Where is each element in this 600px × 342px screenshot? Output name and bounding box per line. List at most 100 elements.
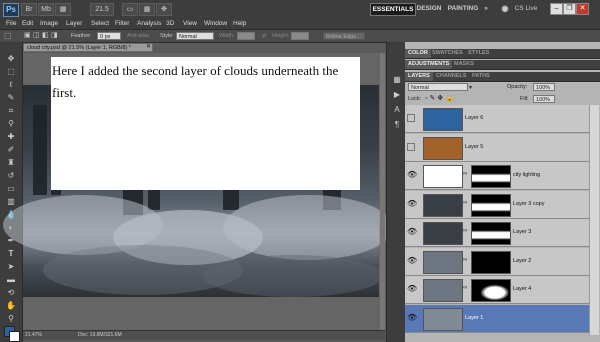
brush-tool-icon[interactable]: ✐ [5,145,17,155]
layer-thumbnail[interactable] [423,279,463,302]
close-document-icon[interactable]: ✕ [146,43,151,52]
tab-color[interactable]: COLOR [405,49,431,58]
screen-mode-button[interactable]: ▦ [139,3,155,16]
actions-panel-icon[interactable]: ▶ [391,90,403,100]
zoom-readout[interactable]: 21.47% [25,331,42,340]
eraser-tool-icon[interactable]: ▭ [5,184,17,194]
visibility-eye-icon[interactable]: 👁 [407,285,417,293]
link-icon[interactable]: ∞ [463,171,467,177]
menu-window[interactable]: Window [204,18,227,29]
cs-live-icon[interactable]: ◉ [498,3,512,14]
layer-name[interactable]: Layer 5 [465,134,483,161]
lock-icons[interactable]: ▫ ✎ ✥ 🔒 [425,94,454,104]
zoom-level-dropdown[interactable]: 21.5 [90,3,114,16]
tab-layers[interactable]: LAYERS [405,72,433,81]
lasso-tool-icon[interactable]: ℓ [5,80,17,90]
layer-name[interactable]: Layer 2 [513,248,531,275]
marquee-preset-icon[interactable]: ⬚ [4,31,12,41]
3d-rotate-tool-icon[interactable]: ⟲ [5,288,17,298]
quick-select-tool-icon[interactable]: ✎ [5,93,17,103]
layer-name[interactable]: Layer 6 [465,105,483,132]
layer-row[interactable]: 👁 ∞ city lighting [405,162,590,190]
shape-tool-icon[interactable]: ▬ [5,275,17,285]
crop-tool-icon[interactable]: ⌗ [5,106,17,116]
menu-select[interactable]: Select [91,18,109,29]
move-tool-icon[interactable]: ✥ [5,54,17,64]
menu-help[interactable]: Help [233,18,246,29]
layer-row[interactable]: 👁 Layer 1 [405,304,590,333]
character-panel-icon[interactable]: A [391,105,403,115]
paragraph-panel-icon[interactable]: ¶ [391,120,403,130]
layer-row[interactable]: 👁 ∞ Layer 3 copy [405,190,590,219]
tab-paths[interactable]: PATHS [469,72,493,81]
eyedropper-tool-icon[interactable]: ⚲ [5,119,17,129]
link-icon[interactable]: ∞ [463,200,467,206]
visibility-eye-icon[interactable] [407,142,415,151]
layer-mask-thumbnail[interactable] [471,193,511,217]
zoom-tool-icon[interactable]: ⚲ [5,314,17,324]
more-workspaces-button[interactable]: » [481,3,491,14]
blend-mode-select[interactable]: Normal [408,83,468,91]
move-icon[interactable]: ✥ [156,3,172,16]
menu-view[interactable]: View [183,18,197,29]
swap-icon[interactable]: ⇄ [262,31,267,41]
arrange-documents-button[interactable]: ▭ [122,3,138,16]
path-selection-tool-icon[interactable]: ➤ [5,262,17,272]
workspace-design[interactable]: DESIGN [416,3,442,14]
document-tab[interactable]: cloud city.psd @ 21.5% (Layer 1, RGB/8) … [23,43,153,52]
layer-thumbnail[interactable] [423,193,463,217]
extras-button[interactable]: ▦ [55,3,71,16]
new-selection-icon[interactable]: ▣ [24,31,31,41]
menu-3d[interactable]: 3D [166,18,174,29]
tab-styles[interactable]: STYLES [465,49,492,58]
tab-swatches[interactable]: SWATCHES [429,49,466,58]
link-icon[interactable]: ∞ [463,257,467,263]
layer-row[interactable]: Layer 5 [405,133,590,162]
visibility-eye-icon[interactable]: 👁 [407,171,417,179]
clone-stamp-tool-icon[interactable]: ♜ [5,158,17,168]
restore-button[interactable]: ❐ [563,3,576,15]
menu-file[interactable]: File [6,18,16,29]
workspace-painting[interactable]: PAINTING [447,3,479,14]
menu-edit[interactable]: Edit [22,18,33,29]
visibility-eye-icon[interactable]: 👁 [407,199,417,208]
layer-name[interactable]: Layer 3 [513,219,531,246]
style-select[interactable]: Normal [176,32,214,40]
bridge-button[interactable]: Br [21,3,37,16]
tab-adjustments[interactable]: ADJUSTMENTS [405,60,453,69]
layer-mask-thumbnail[interactable] [471,279,511,302]
layers-scrollbar[interactable] [589,105,599,335]
menu-analysis[interactable]: Analysis [137,18,161,29]
layer-row[interactable]: Layer 6 [405,105,590,133]
layer-row[interactable]: 👁 ∞ Layer 3 [405,219,590,247]
tab-channels[interactable]: CHANNELS [433,72,470,81]
layer-name[interactable]: Layer 1 [465,305,483,332]
height-input[interactable] [291,32,309,40]
marquee-tool-icon[interactable]: ⬚ [5,67,17,77]
background-color-swatch[interactable] [9,331,20,342]
link-icon[interactable]: ∞ [463,285,467,291]
layer-mask-thumbnail[interactable] [471,165,511,188]
tab-masks[interactable]: MASKS [451,60,477,69]
layer-mask-thumbnail[interactable] [471,250,511,274]
visibility-eye-icon[interactable]: 👁 [407,313,417,322]
link-icon[interactable]: ∞ [463,228,467,234]
layer-row[interactable]: 👁 ∞ Layer 2 [405,247,590,276]
close-window-button[interactable]: ✕ [576,3,589,15]
layer-thumbnail[interactable] [423,165,463,188]
cs-live-button[interactable]: CS Live [512,3,540,14]
feather-input[interactable]: 0 px [97,32,121,40]
layer-name[interactable]: city lighting [513,162,540,189]
layer-row[interactable]: 👁 ∞ Layer 4 [405,276,590,304]
menu-layer[interactable]: Layer [66,18,82,29]
history-brush-tool-icon[interactable]: ↺ [5,171,17,181]
healing-brush-tool-icon[interactable]: ✚ [5,132,17,142]
layer-thumbnail[interactable] [423,108,463,131]
minibridge-button[interactable]: Mb [38,3,54,16]
document-scrollbar[interactable] [380,53,385,330]
chevron-down-icon[interactable]: ▾ [469,84,472,91]
intersect-selection-icon[interactable]: ◨ [51,31,58,41]
fill-input[interactable]: 100% [533,95,555,103]
menu-image[interactable]: Image [40,18,58,29]
add-selection-icon[interactable]: ◫ [33,31,40,41]
